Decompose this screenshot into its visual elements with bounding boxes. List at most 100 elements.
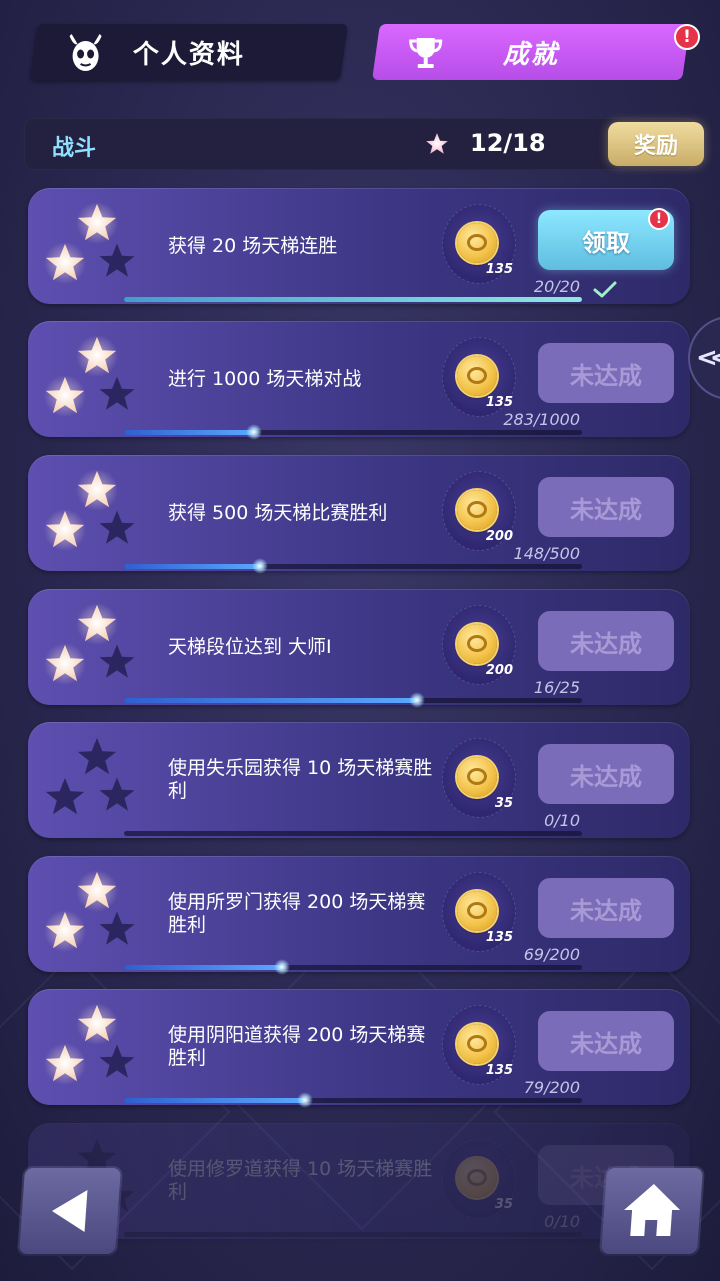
coin-amount: 135 — [485, 262, 513, 277]
category-title: 战斗 — [52, 136, 97, 161]
coin-amount: 35 — [494, 796, 513, 811]
progress-glow — [296, 1092, 313, 1108]
star-icon — [96, 1041, 138, 1083]
tab-profile[interactable]: 个人资料 — [30, 24, 348, 80]
not-achieved-button[interactable]: 未达成 — [538, 744, 674, 804]
coin-icon — [457, 624, 497, 664]
progress-bar — [124, 959, 582, 975]
not-achieved-button[interactable]: 未达成 — [538, 477, 674, 537]
achievement-card: 获得 20 场天梯连胜 135 领取! 20/20 — [28, 188, 690, 304]
coin-icon — [457, 490, 497, 530]
progress-bar — [124, 692, 582, 708]
coin-icon — [457, 757, 497, 797]
progress-text: 283/1000 — [503, 410, 580, 429]
coin-amount: 200 — [485, 529, 513, 544]
coin-amount: 135 — [485, 930, 513, 945]
not-achieved-button[interactable]: 未达成 — [538, 1011, 674, 1071]
star-icon — [96, 240, 138, 282]
achievement-card: 使用失乐园获得 10 场天梯赛胜利 35 未达成 0/10 — [28, 722, 690, 838]
category-header: 战斗 12/18 奖励 — [24, 118, 704, 170]
back-arrow-icon — [52, 1190, 88, 1232]
progress-glow — [245, 424, 262, 440]
achievement-stars — [40, 997, 150, 1097]
progress-fill — [124, 430, 254, 435]
achievement-card: 进行 1000 场天梯对战 135 未达成 283/1000 — [28, 321, 690, 440]
star-icon — [96, 507, 138, 549]
progress-bar — [124, 831, 582, 836]
coin-reward: 35 — [442, 738, 516, 818]
star-icon — [96, 774, 138, 816]
achievement-description: 使用修罗道获得 10 场天梯赛胜利 — [168, 1158, 433, 1203]
back-button[interactable] — [18, 1168, 122, 1254]
achievement-description: 天梯段位达到 大师I — [168, 635, 332, 658]
achievement-stars — [40, 196, 150, 296]
coin-reward: 135 — [442, 204, 516, 284]
tab-label: 成就 — [502, 39, 559, 70]
progress-text: 69/200 — [523, 945, 580, 964]
achievement-description: 进行 1000 场天梯对战 — [168, 367, 362, 390]
progress-text: 79/200 — [523, 1078, 580, 1097]
star-icon — [96, 373, 138, 415]
progress-glow — [251, 558, 268, 574]
progress-bar — [124, 1092, 582, 1108]
progress-text: 0/10 — [544, 811, 580, 830]
coin-icon — [457, 356, 497, 396]
progress-fill — [124, 564, 260, 569]
coin-reward: 35 — [442, 1139, 516, 1219]
trophy-icon — [406, 32, 446, 76]
progress-fill — [124, 698, 418, 703]
coin-amount: 135 — [485, 395, 513, 410]
coin-reward: 135 — [442, 337, 516, 417]
progress-fill — [124, 965, 282, 970]
achievement-description: 获得 20 场天梯连胜 — [168, 234, 338, 257]
coin-reward: 135 — [442, 872, 516, 952]
coin-icon — [457, 223, 497, 263]
coin-amount: 135 — [485, 1063, 513, 1078]
achievement-description: 使用失乐园获得 10 场天梯赛胜利 — [168, 757, 433, 802]
achievement-stars — [40, 329, 150, 429]
achievement-description: 使用所罗门获得 200 场天梯赛胜利 — [168, 891, 426, 936]
progress-bar — [124, 558, 582, 574]
achievement-stars — [40, 864, 150, 964]
not-achieved-button[interactable]: 未达成 — [538, 611, 674, 671]
stars-earned-count: 12/18 — [470, 129, 546, 157]
star-icon — [42, 641, 88, 687]
achievement-stars — [40, 463, 150, 563]
achievement-stars — [40, 730, 150, 830]
star-icon — [96, 908, 138, 950]
progress-text: 16/25 — [533, 678, 580, 697]
double-chevron-left-icon: << — [696, 343, 720, 373]
achievement-card: 使用所罗门获得 200 场天梯赛胜利 135 未达成 69/200 — [28, 856, 690, 975]
star-icon — [42, 774, 88, 820]
progress-glow — [409, 692, 426, 708]
progress-bar — [124, 424, 582, 440]
progress-text: 20/20 — [533, 277, 580, 296]
progress-text: 0/10 — [544, 1212, 580, 1231]
achievement-card: 获得 500 场天梯比赛胜利 200 未达成 148/500 — [28, 455, 690, 574]
coin-amount: 35 — [494, 1197, 513, 1212]
progress-bar — [124, 297, 582, 302]
not-achieved-button[interactable]: 未达成 — [538, 343, 674, 403]
coin-reward: 200 — [442, 471, 516, 551]
star-icon — [42, 507, 88, 553]
checkmark-icon — [592, 280, 618, 304]
achievement-description: 获得 500 场天梯比赛胜利 — [168, 501, 388, 524]
progress-bar — [124, 1232, 582, 1237]
progress-glow — [274, 959, 290, 975]
home-icon — [624, 1184, 681, 1236]
side-drawer-toggle[interactable]: << — [688, 316, 720, 400]
coin-icon — [457, 891, 497, 931]
achievement-card: 使用阴阳道获得 200 场天梯赛胜利 135 未达成 79/200 — [28, 989, 690, 1108]
coin-icon — [457, 1024, 497, 1064]
coin-amount: 200 — [485, 663, 513, 678]
achievement-description: 使用阴阳道获得 200 场天梯赛胜利 — [168, 1024, 426, 1069]
home-button[interactable] — [600, 1168, 704, 1254]
star-icon — [96, 641, 138, 683]
tab-label: 个人资料 — [132, 39, 245, 70]
not-achieved-button[interactable]: 未达成 — [538, 878, 674, 938]
achievement-card: 使用修罗道获得 10 场天梯赛胜利35未达成0/10 — [28, 1123, 690, 1239]
reward-button[interactable]: 奖励 — [608, 122, 704, 166]
tab-achievements[interactable]: 成就 — [372, 24, 690, 80]
mask-icon — [64, 32, 108, 78]
star-icon — [42, 1041, 88, 1087]
